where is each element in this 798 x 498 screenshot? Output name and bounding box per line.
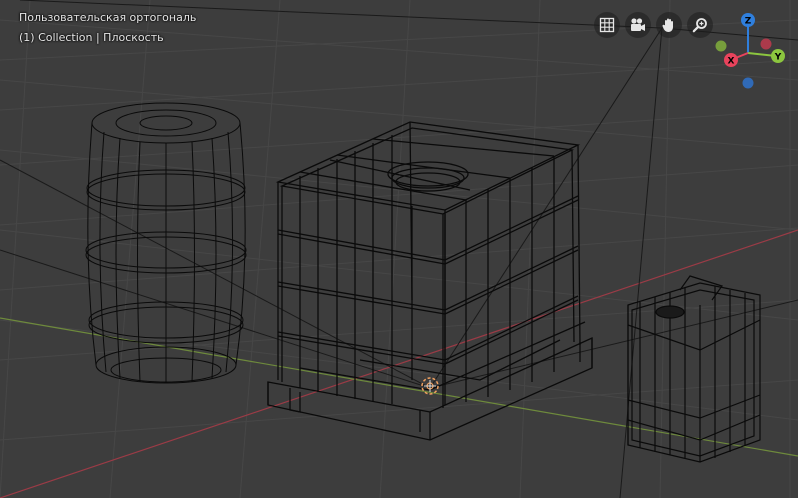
toggle-grid-view-button[interactable] — [594, 12, 620, 38]
gizmo-y-handle[interactable]: Y — [771, 49, 785, 63]
barrel-wireframe[interactable] — [85, 102, 247, 384]
gizmo-y-label: Y — [774, 53, 782, 63]
navigation-gizmo[interactable]: Z Y X — [710, 8, 794, 92]
floor-grid — [0, 0, 798, 498]
grid-icon — [599, 17, 615, 33]
reference-lines — [0, 0, 798, 498]
gizmo-z-handle[interactable]: Z — [741, 13, 755, 27]
3d-viewport[interactable]: Пользовательская ортогональ (1) Collecti… — [0, 0, 798, 498]
gizmo-neg-x-handle[interactable] — [760, 38, 772, 50]
camera-icon — [631, 18, 645, 31]
gizmo-x-label: X — [728, 57, 735, 67]
gizmo-x-handle[interactable]: X — [724, 53, 738, 67]
toggle-camera-view-button[interactable] — [625, 12, 651, 38]
viewport-scene[interactable] — [0, 0, 798, 498]
collection-label: (1) Collection | Плоскость — [19, 31, 164, 44]
pan-view-button[interactable] — [656, 12, 682, 38]
gizmo-neg-y-handle[interactable] — [715, 40, 727, 52]
hand-icon — [662, 18, 673, 32]
magnifier-icon — [692, 18, 707, 33]
y-axis-line — [0, 317, 798, 457]
gizmo-neg-z-handle[interactable] — [742, 77, 754, 89]
gizmo-z-label: Z — [745, 17, 752, 27]
view-name-label: Пользовательская ортогональ — [19, 11, 197, 24]
